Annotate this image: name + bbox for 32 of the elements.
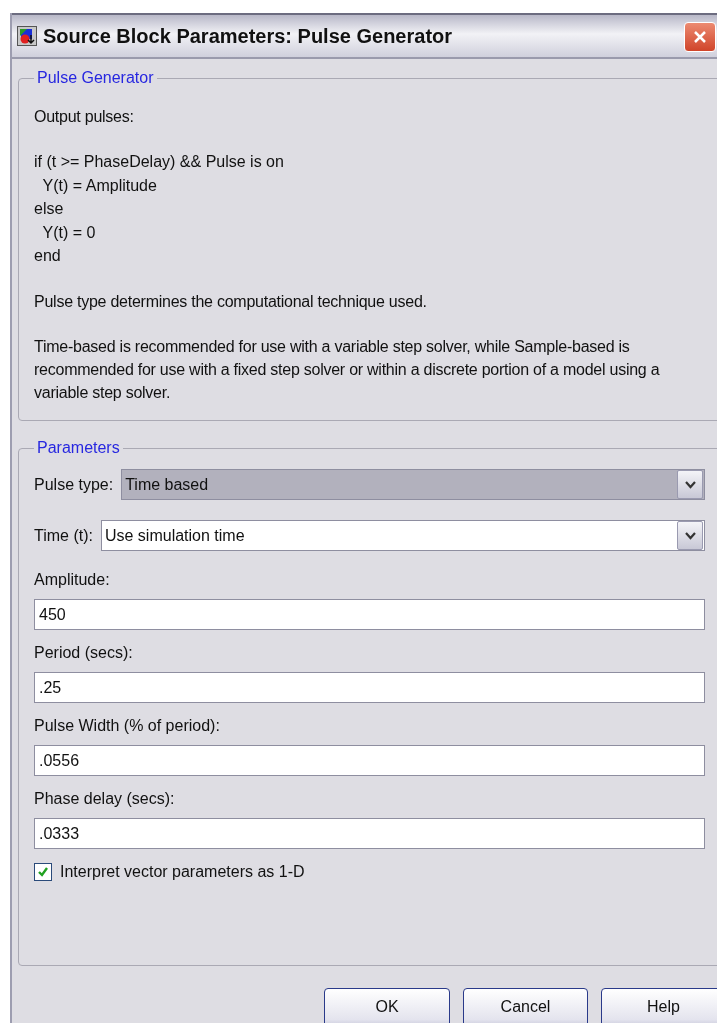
close-icon xyxy=(693,30,707,44)
dialog-button[interactable]: Cancel xyxy=(463,988,588,1023)
description-text: Pulse type determines the computational technique used. xyxy=(34,291,428,312)
description-text: Output pulses: xyxy=(34,107,135,127)
group-legend: Pulse Generator xyxy=(34,69,157,87)
field-label: Amplitude: xyxy=(34,571,111,589)
field-label: Pulse Width (% of period): xyxy=(34,717,221,735)
checkbox-label: Interpret vector parameters as 1-D xyxy=(60,863,305,881)
block-icon xyxy=(17,26,37,46)
group-legend: Parameters xyxy=(34,439,123,457)
code-line: else xyxy=(34,199,65,219)
dropdown-field[interactable]: Use simulation time xyxy=(100,520,705,551)
checkbox[interactable] xyxy=(34,863,52,881)
input-field[interactable]: .0333 xyxy=(34,818,705,849)
code-line: if (t >= PhaseDelay) && Pulse is on xyxy=(34,152,285,172)
dropdown-field[interactable]: Time based xyxy=(121,469,705,500)
field-label: Pulse type: xyxy=(34,475,114,494)
input-field[interactable]: .0556 xyxy=(34,745,705,776)
dialog-button[interactable]: Help xyxy=(601,988,717,1023)
field-label: Phase delay (secs): xyxy=(34,790,176,808)
close-button[interactable] xyxy=(684,22,716,52)
input-field[interactable]: .25 xyxy=(34,672,705,703)
dialog-button[interactable]: OK xyxy=(324,988,450,1023)
window-title: Source Block Parameters: Pulse Generator xyxy=(43,24,453,48)
code-line: end xyxy=(34,246,62,266)
check-icon xyxy=(37,866,49,878)
field-label: Time (t): xyxy=(34,526,93,545)
input-field[interactable]: 450 xyxy=(34,599,705,630)
field-label: Period (secs): xyxy=(34,644,134,662)
description-text: Time-based is recommended for use with a variable step solver, while Sample-based is recommended for use with a fixed step solver or within a discrete portion of a model using a variable step solver. xyxy=(34,336,661,403)
code-line: Y(t) = 0 xyxy=(41,222,97,243)
code-line: Y(t) = Amplitude xyxy=(41,175,158,196)
